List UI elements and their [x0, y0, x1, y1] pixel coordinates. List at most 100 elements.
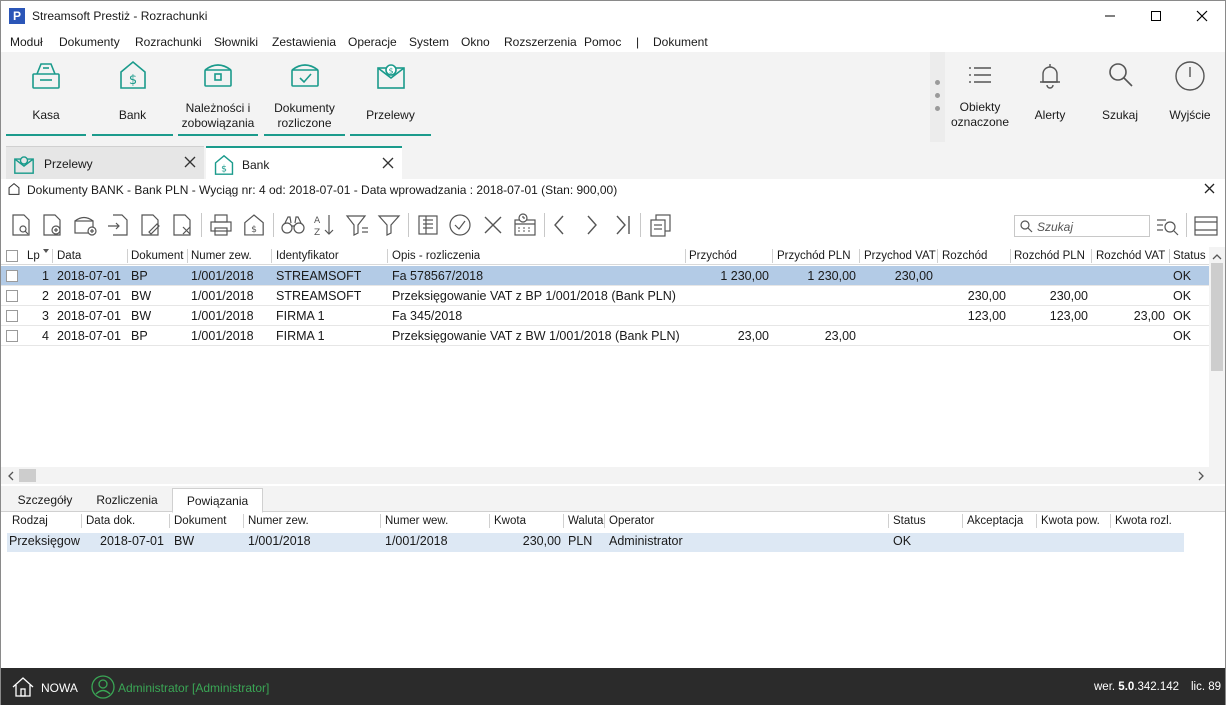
- maximize-button[interactable]: [1133, 1, 1179, 31]
- tab-powiazania[interactable]: Powiązania: [172, 488, 263, 513]
- menu-slowniki[interactable]: Słowniki: [214, 35, 258, 49]
- ribbon-naleznosci-button[interactable]: Należności i zobowiązania: [178, 52, 258, 136]
- mode-indicator: NOWA: [41, 681, 78, 695]
- select-all-checkbox[interactable]: [6, 250, 18, 262]
- col-header-status[interactable]: Status: [893, 515, 926, 527]
- preview-document-icon[interactable]: [8, 212, 34, 238]
- table-row[interactable]: 4 2018-07-01 BP 1/001/2018 FIRMA 1 Przek…: [1, 326, 1209, 346]
- ribbon-bank-button[interactable]: $ Bank: [92, 52, 173, 136]
- menu-pomoc[interactable]: Pomoc: [584, 35, 621, 49]
- row-checkbox[interactable]: [6, 270, 18, 282]
- home-icon[interactable]: [11, 676, 35, 698]
- scroll-left-icon[interactable]: [3, 468, 19, 484]
- ribbon-wyjscie-button[interactable]: Wyjście: [1159, 52, 1221, 136]
- col-header-dokument[interactable]: Dokument: [174, 515, 226, 527]
- menu-system[interactable]: System: [409, 35, 449, 49]
- col-header-status[interactable]: Status: [1173, 250, 1207, 262]
- horizontal-scroll-thumb[interactable]: [19, 469, 36, 482]
- add-chest-icon[interactable]: [72, 212, 98, 238]
- tab-szczegoly[interactable]: Szczegóły: [6, 488, 84, 512]
- tab-bank[interactable]: $ Bank: [206, 146, 402, 179]
- bank-icon[interactable]: $: [241, 212, 267, 238]
- row-checkbox[interactable]: [6, 330, 18, 342]
- row-checkbox[interactable]: [6, 310, 18, 322]
- cancel-x-icon[interactable]: [480, 212, 506, 238]
- chevron-right-icon[interactable]: [578, 212, 604, 238]
- col-header-dokument[interactable]: Dokument: [131, 250, 186, 262]
- calendar-icon[interactable]: [512, 212, 538, 238]
- ribbon-obiekty-oznaczone-button[interactable]: Obiekty oznaczone: [947, 52, 1013, 136]
- col-header-kwota-rozl[interactable]: Kwota rozl.: [1115, 515, 1172, 527]
- ribbon-przelewy-button[interactable]: $ Przelewy: [350, 52, 431, 136]
- menu-dokumenty[interactable]: Dokumenty: [59, 35, 120, 49]
- toolbar-separator: [408, 213, 409, 237]
- col-header-data[interactable]: Data: [57, 250, 123, 262]
- minimize-button[interactable]: [1087, 1, 1133, 31]
- col-header-rodzaj[interactable]: Rodzaj: [12, 515, 48, 527]
- ribbon-szukaj-button[interactable]: Szukaj: [1089, 52, 1151, 136]
- col-header-numer-zew[interactable]: Numer zew.: [191, 250, 252, 262]
- relation-row[interactable]: Przeksięgow 2018-07-01 BW 1/001/2018 1/0…: [7, 533, 1184, 552]
- tab-bank-close-icon[interactable]: [382, 157, 394, 169]
- col-header-rozchod-vat[interactable]: Rozchód VAT: [1096, 250, 1168, 262]
- col-header-waluta[interactable]: Waluta: [568, 515, 604, 527]
- col-header-numer-wew[interactable]: Numer wew.: [385, 515, 448, 527]
- ribbon-dokumenty-rozliczone-button[interactable]: Dokumenty rozliczone: [264, 52, 345, 136]
- current-user[interactable]: Administrator [Administrator]: [118, 681, 269, 695]
- chevron-left-icon[interactable]: [547, 212, 573, 238]
- add-document-icon[interactable]: [39, 212, 65, 238]
- menu-okno[interactable]: Okno: [461, 35, 490, 49]
- row-checkbox[interactable]: [6, 290, 18, 302]
- tab-przelewy-close-icon[interactable]: [184, 156, 196, 168]
- filter-icon[interactable]: [376, 212, 402, 238]
- user-icon[interactable]: [91, 675, 115, 699]
- col-header-rozchod-pln[interactable]: Rozchód PLN: [1014, 250, 1085, 262]
- ledger-icon[interactable]: [415, 212, 441, 238]
- documents-stack-icon[interactable]: [647, 212, 673, 238]
- approve-check-icon[interactable]: [447, 212, 473, 238]
- col-header-kwota-pow[interactable]: Kwota pow.: [1041, 515, 1100, 527]
- menu-zestawienia[interactable]: Zestawienia: [272, 35, 336, 49]
- table-row[interactable]: 3 2018-07-01 BW 1/001/2018 FIRMA 1 Fa 34…: [1, 306, 1209, 326]
- ribbon-grip[interactable]: [930, 52, 945, 142]
- horizontal-scrollbar[interactable]: [1, 467, 1225, 484]
- col-header-operator[interactable]: Operator: [609, 515, 654, 527]
- table-row[interactable]: 1 2018-07-01 BP 1/001/2018 STREAMSOFT Fa…: [1, 266, 1209, 286]
- col-header-kwota[interactable]: Kwota: [494, 515, 526, 527]
- search-input[interactable]: Szukaj: [1014, 215, 1150, 237]
- search-options-icon[interactable]: [1154, 214, 1180, 240]
- last-record-icon[interactable]: [610, 212, 636, 238]
- col-header-data-dok[interactable]: Data dok.: [86, 515, 135, 527]
- menu-rozrachunki[interactable]: Rozrachunki: [135, 35, 202, 49]
- menu-operacje[interactable]: Operacje: [348, 35, 397, 49]
- col-header-akceptacja[interactable]: Akceptacja: [967, 515, 1023, 527]
- col-header-lp[interactable]: Lp: [27, 250, 40, 262]
- layout-panel-icon[interactable]: [1193, 214, 1219, 240]
- close-window-button[interactable]: [1179, 1, 1225, 31]
- tab-przelewy[interactable]: Przelewy: [6, 146, 204, 179]
- vertical-scroll-thumb[interactable]: [1211, 263, 1223, 371]
- import-document-icon[interactable]: [105, 212, 131, 238]
- table-row[interactable]: 2 2018-07-01 BW 1/001/2018 STREAMSOFT Pr…: [1, 286, 1209, 306]
- col-header-przychod-pln[interactable]: Przychód PLN: [777, 250, 851, 262]
- col-header-identyfikator[interactable]: Identyfikator: [276, 250, 339, 262]
- document-close-icon[interactable]: [1204, 183, 1215, 194]
- delete-document-icon[interactable]: [169, 212, 195, 238]
- menu-modul[interactable]: Moduł: [10, 35, 43, 49]
- col-header-numer-zew[interactable]: Numer zew.: [248, 515, 309, 527]
- col-header-przychod-vat[interactable]: Przychod VAT: [864, 250, 936, 262]
- tab-rozliczenia[interactable]: Rozliczenia: [87, 488, 167, 512]
- scroll-right-icon[interactable]: [1193, 468, 1209, 484]
- col-header-opis[interactable]: Opis - rozliczenia: [392, 250, 480, 262]
- col-header-przychod[interactable]: Przychód: [689, 250, 737, 262]
- binoculars-icon[interactable]: [280, 212, 306, 238]
- edit-document-icon[interactable]: [137, 212, 163, 238]
- menu-dokument[interactable]: Dokument: [653, 35, 708, 49]
- col-header-rozchod[interactable]: Rozchód: [942, 250, 987, 262]
- print-icon[interactable]: [208, 212, 234, 238]
- filter-add-icon[interactable]: [344, 212, 370, 238]
- ribbon-alerty-button[interactable]: Alerty: [1019, 52, 1081, 136]
- menu-rozszerzenia[interactable]: Rozszerzenia: [504, 35, 577, 49]
- ribbon-kasa-button[interactable]: Kasa: [6, 52, 86, 136]
- sort-az-icon[interactable]: AZ: [312, 212, 338, 238]
